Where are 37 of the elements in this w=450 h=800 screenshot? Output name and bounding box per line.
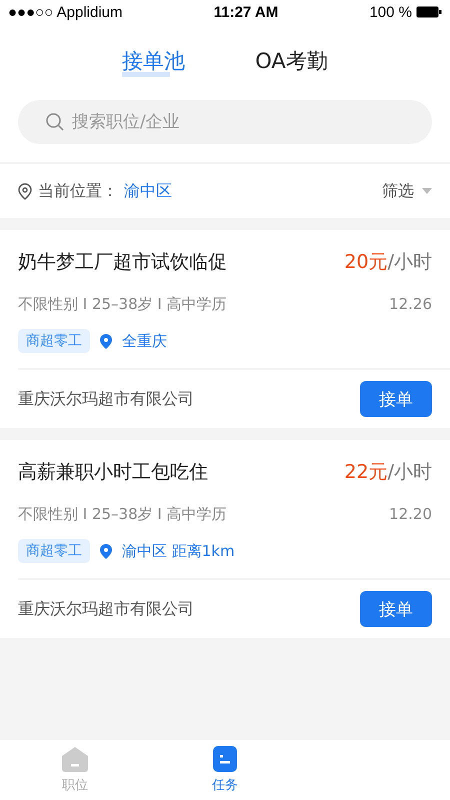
filter-button[interactable]: 筛选 xyxy=(382,180,432,202)
job-price: 22元 xyxy=(344,461,388,483)
status-time: 11:27 AM xyxy=(214,4,278,20)
battery-icon xyxy=(416,6,442,18)
company-name: 重庆沃尔玛超市有限公司 xyxy=(18,388,194,410)
price-unit: /小时 xyxy=(388,251,432,273)
job-price: 20元 xyxy=(344,251,388,273)
job-date: 12.20 xyxy=(389,505,432,523)
category-tag: 商超零工 xyxy=(18,539,90,563)
job-card[interactable]: 高薪兼职小时工包吃住 22元/小时 不限性别 I 25–38岁 I 高中学历 12.20 商超零工 渝中区 距离1km 重庆沃尔玛超市有限公司 接单 xyxy=(0,440,450,638)
nav-item[interactable]: 职位 xyxy=(0,740,150,800)
location-value[interactable]: 渝中区 xyxy=(124,180,172,202)
search-field[interactable]: 搜索职位/企业 xyxy=(18,100,432,144)
category-tag: 商超零工 xyxy=(18,329,90,353)
job-date: 12.26 xyxy=(389,295,432,313)
nav-item[interactable]: 任务 xyxy=(150,740,300,800)
caret-icon xyxy=(422,188,432,194)
accept-button[interactable]: 接单 xyxy=(360,381,432,417)
tab[interactable]: OA考勤 xyxy=(255,47,328,77)
job-location: 全重庆 xyxy=(122,332,167,350)
job-requirements: 不限性别 I 25–38岁 I 高中学历 xyxy=(18,294,227,314)
job-location: 渝中区 距离1km xyxy=(122,542,235,560)
location-label: 当前位置： xyxy=(38,180,118,202)
price-unit: /小时 xyxy=(388,461,432,483)
pin-icon xyxy=(100,544,112,558)
job-requirements: 不限性别 I 25–38岁 I 高中学历 xyxy=(18,504,227,524)
job-title: 奶牛梦工厂超市试饮临促 xyxy=(18,250,227,275)
house-icon xyxy=(61,746,89,772)
job-title: 高薪兼职小时工包吃住 xyxy=(18,460,208,485)
accept-button[interactable]: 接单 xyxy=(360,591,432,627)
task-icon xyxy=(213,746,237,772)
carrier-text: ●●●○○ Applidium xyxy=(8,4,123,20)
company-name: 重庆沃尔玛超市有限公司 xyxy=(18,598,194,620)
pin-icon xyxy=(100,334,112,348)
location-icon xyxy=(18,182,32,200)
job-card[interactable]: 奶牛梦工厂超市试饮临促 20元/小时 不限性别 I 25–38岁 I 高中学历 12.26 商超零工 全重庆 重庆沃尔玛超市有限公司 接单 xyxy=(0,230,450,428)
battery-text: 100 % xyxy=(369,4,412,20)
